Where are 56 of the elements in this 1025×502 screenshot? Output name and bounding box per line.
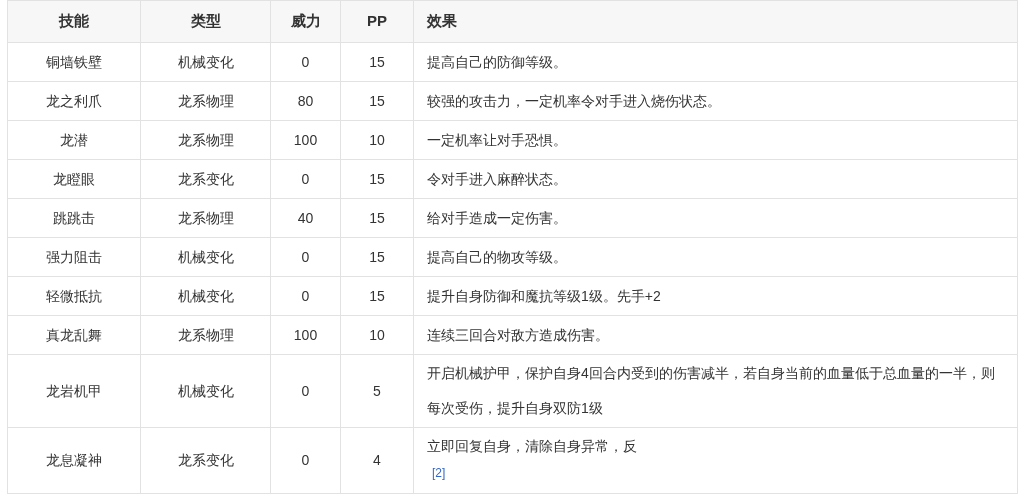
table-cell: 连续三回合对敌方造成伤害。 <box>413 315 1018 355</box>
table-cell: 提高自己的物攻等级。 <box>413 237 1018 277</box>
table-cell: 15 <box>340 81 414 121</box>
table-cell: 0 <box>270 42 341 82</box>
table-cell: 龙岩机甲 <box>7 354 141 428</box>
column-header: 威力 <box>270 0 341 43</box>
effect-text: 立即回复自身，清除自身异常，反 <box>427 438 637 454</box>
table-cell: 15 <box>340 237 414 277</box>
table-cell: 40 <box>270 198 341 238</box>
table-cell: 龙息凝神 <box>7 427 141 494</box>
table-cell: 龙系物理 <box>140 120 271 160</box>
table-cell: 0 <box>270 427 341 494</box>
table-cell: 龙潜 <box>7 120 141 160</box>
table-cell: 10 <box>340 120 414 160</box>
table-cell: 轻微抵抗 <box>7 276 141 316</box>
column-header: 技能 <box>7 0 141 43</box>
table-cell: 0 <box>270 276 341 316</box>
table-cell: 真龙乱舞 <box>7 315 141 355</box>
table-cell: 提高自己的防御等级。 <box>413 42 1018 82</box>
table-cell: 0 <box>270 159 341 199</box>
table-cell: 令对手进入麻醉状态。 <box>413 159 1018 199</box>
footnote-link[interactable]: [2] <box>427 464 1004 492</box>
table-cell: 龙系物理 <box>140 315 271 355</box>
table-cell: 5 <box>340 354 414 428</box>
table-cell: 铜墙铁壁 <box>7 42 141 82</box>
table-cell: 开启机械护甲，保护自身4回合内受到的伤害减半，若自身当前的血量低于总血量的一半，则每次受伤，提升自身双防1级 <box>413 354 1018 428</box>
table-cell: 0 <box>270 237 341 277</box>
table-cell: 0 <box>270 354 341 428</box>
table-cell: 10 <box>340 315 414 355</box>
column-header: 类型 <box>140 0 271 43</box>
table-cell: 龙系物理 <box>140 81 271 121</box>
table-cell: 15 <box>340 159 414 199</box>
table-cell: 龙系变化 <box>140 159 271 199</box>
column-header: PP <box>340 0 414 43</box>
table-cell: 机械变化 <box>140 354 271 428</box>
table-cell: 龙系物理 <box>140 198 271 238</box>
table-cell: 4 <box>340 427 414 494</box>
table-cell: 较强的攻击力，一定机率令对手进入烧伤状态。 <box>413 81 1018 121</box>
table-cell: 机械变化 <box>140 276 271 316</box>
table-cell: 机械变化 <box>140 237 271 277</box>
table-cell: 15 <box>340 276 414 316</box>
table-cell: 15 <box>340 198 414 238</box>
table-cell: 一定机率让对手恐惧。 <box>413 120 1018 160</box>
table-cell: 15 <box>340 42 414 82</box>
table-cell: 机械变化 <box>140 42 271 82</box>
table-cell: 给对手造成一定伤害。 <box>413 198 1018 238</box>
table-cell: 龙瞪眼 <box>7 159 141 199</box>
table-cell: 提升自身防御和魔抗等级1级。先手+2 <box>413 276 1018 316</box>
table-cell: 100 <box>270 120 341 160</box>
table-cell: 龙之利爪 <box>7 81 141 121</box>
column-header: 效果 <box>413 0 1018 43</box>
table-cell: 100 <box>270 315 341 355</box>
table-cell: 强力阻击 <box>7 237 141 277</box>
table-cell: 80 <box>270 81 341 121</box>
table-cell: 龙系变化 <box>140 427 271 494</box>
table-cell: 跳跳击 <box>7 198 141 238</box>
